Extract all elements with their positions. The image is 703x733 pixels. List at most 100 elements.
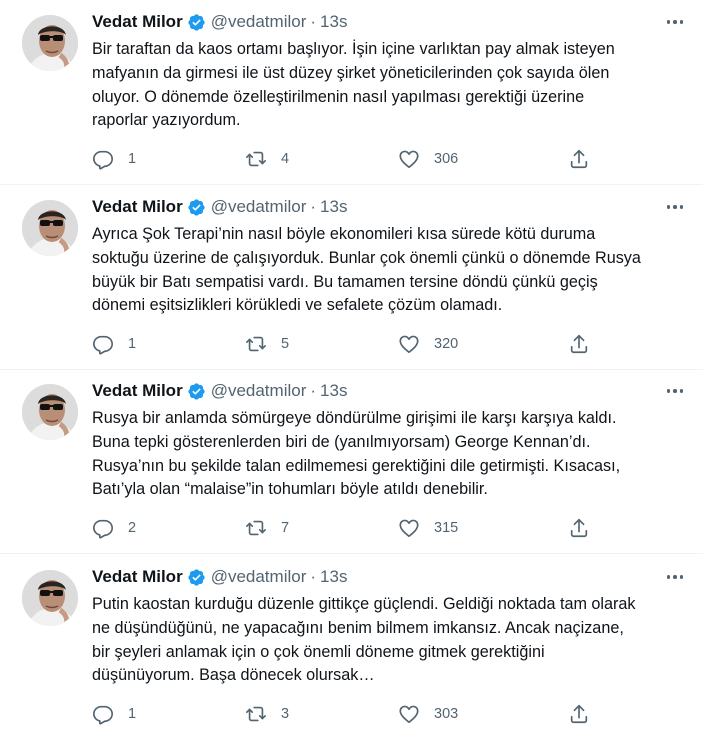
reply-count: 2 <box>128 520 137 536</box>
tweet-text-line: Ayrıca Şok Terapi’nin nasıl böyle ekonom… <box>92 225 596 243</box>
like-button[interactable]: 320 <box>398 333 458 355</box>
tweet-text-line: Bir taraftan da kaos ortamı başlıyor. İş… <box>92 40 615 58</box>
tweet-text-line: büyük bir Batı sempatisi vardı. Bu tamam… <box>92 272 598 291</box>
display-name[interactable]: Vedat Milor <box>92 197 183 217</box>
share-button[interactable] <box>568 148 590 170</box>
reply-count: 1 <box>128 336 137 352</box>
tweet[interactable]: Vedat Milor @vedatmilor · 13s Putin kaos… <box>0 555 703 733</box>
tweet-text-line: düşünüyorum. Başa dönecek olursak… <box>92 666 375 685</box>
separator-dot: · <box>310 12 317 31</box>
heart-icon <box>398 517 420 539</box>
retweet-count: 5 <box>281 336 290 352</box>
tweet-header: Vedat Milor @vedatmilor · 13s <box>92 11 347 33</box>
tweet-header: Vedat Milor @vedatmilor · 13s <box>92 566 347 588</box>
tweet-header: Vedat Milor @vedatmilor · 13s <box>92 380 347 402</box>
reply-button[interactable]: 1 <box>92 333 136 355</box>
heart-icon <box>398 148 420 170</box>
tweet-text-line: dönemi eşitsizlikleri körükledi ve sefal… <box>92 296 503 315</box>
user-handle[interactable]: @vedatmilor <box>211 12 307 32</box>
reply-icon <box>92 148 114 170</box>
reply-icon <box>92 333 114 355</box>
separator-dot: · <box>310 197 317 216</box>
user-handle[interactable]: @vedatmilor <box>211 567 307 587</box>
tweet-actions: 1 3 303 <box>92 703 612 725</box>
share-icon <box>568 703 590 725</box>
retweet-icon <box>245 517 267 539</box>
retweet-count: 4 <box>281 151 290 167</box>
like-count: 303 <box>434 706 459 722</box>
like-count: 306 <box>434 151 459 167</box>
share-icon <box>568 148 590 170</box>
tweet-text: Rusya bir anlamda sömürgeye döndürülme g… <box>92 407 692 502</box>
reply-icon <box>92 703 114 725</box>
avatar[interactable] <box>22 570 78 626</box>
more-options-icon[interactable] <box>663 567 687 587</box>
tweet-text-line: raporlar yazıyordum. <box>92 111 241 130</box>
retweet-icon <box>245 148 267 170</box>
tweet-header: Vedat Milor @vedatmilor · 13s <box>92 196 347 218</box>
tweet-text: Bir taraftan da kaos ortamı başlıyor. İş… <box>92 38 692 133</box>
reply-button[interactable]: 1 <box>92 148 136 170</box>
verified-badge-icon <box>187 568 206 587</box>
retweet-count: 7 <box>281 520 290 536</box>
separator-dot: · <box>310 381 317 400</box>
tweet-text-line: Batı’yla olan “malaise”in tohumları böyl… <box>92 480 488 499</box>
share-icon <box>568 517 590 539</box>
tweet-text-line: soktuğu üzerine de çalışıyorduk. Bunlar … <box>92 248 641 267</box>
display-name[interactable]: Vedat Milor <box>92 381 183 401</box>
tweet-text-line: Rusya bir anlamda sömürgeye döndürülme g… <box>92 409 617 427</box>
tweet-text-line: oluyor. O dönemde özelleştirilmenin nası… <box>92 87 585 106</box>
like-button[interactable]: 315 <box>398 517 458 539</box>
more-options-icon[interactable] <box>663 381 687 401</box>
separator-dot: · <box>310 567 317 586</box>
share-button[interactable] <box>568 333 590 355</box>
display-name[interactable]: Vedat Milor <box>92 12 183 32</box>
retweet-button[interactable]: 7 <box>245 517 289 539</box>
reply-count: 1 <box>128 706 137 722</box>
tweet-text-line: Buna tepki gösterenlerden biri de (yanıl… <box>92 432 591 451</box>
timestamp[interactable]: 13s <box>320 381 347 401</box>
reply-icon <box>92 517 114 539</box>
timestamp[interactable]: 13s <box>320 567 347 587</box>
reply-button[interactable]: 1 <box>92 703 136 725</box>
retweet-icon <box>245 703 267 725</box>
tweet-actions: 1 4 306 <box>92 148 612 170</box>
tweet[interactable]: Vedat Milor @vedatmilor · 13s Rusya bir … <box>0 369 703 554</box>
like-button[interactable]: 303 <box>398 703 458 725</box>
user-handle[interactable]: @vedatmilor <box>211 381 307 401</box>
timestamp[interactable]: 13s <box>320 197 347 217</box>
tweet-text: Ayrıca Şok Terapi’nin nasıl böyle ekonom… <box>92 223 692 318</box>
tweet-text-line: Rusya’nın bu şekilde talan edilmemesi ge… <box>92 456 621 475</box>
like-count: 320 <box>434 336 459 352</box>
verified-badge-icon <box>187 382 206 401</box>
tweet-text-line: mafyanın da girmesi ile üst düzey şirket… <box>92 63 610 82</box>
share-button[interactable] <box>568 703 590 725</box>
more-options-icon[interactable] <box>663 197 687 217</box>
heart-icon <box>398 333 420 355</box>
reply-count: 1 <box>128 151 137 167</box>
tweet[interactable]: Vedat Milor @vedatmilor · 13s Ayrıca Şok… <box>0 185 703 370</box>
like-button[interactable]: 306 <box>398 148 458 170</box>
retweet-icon <box>245 333 267 355</box>
tweet-text-line: ne düşündüğünü, ne yapacağını benim bilm… <box>92 618 624 637</box>
timestamp[interactable]: 13s <box>320 12 347 32</box>
tweet-text: Putin kaostan kurduğu düzenle gittikçe g… <box>92 593 692 688</box>
user-handle[interactable]: @vedatmilor <box>211 197 307 217</box>
display-name[interactable]: Vedat Milor <box>92 567 183 587</box>
avatar[interactable] <box>22 384 78 440</box>
retweet-button[interactable]: 3 <box>245 703 289 725</box>
retweet-button[interactable]: 5 <box>245 333 289 355</box>
more-options-icon[interactable] <box>663 12 687 32</box>
reply-button[interactable]: 2 <box>92 517 136 539</box>
heart-icon <box>398 703 420 725</box>
retweet-count: 3 <box>281 706 290 722</box>
share-button[interactable] <box>568 517 590 539</box>
share-icon <box>568 333 590 355</box>
retweet-button[interactable]: 4 <box>245 148 289 170</box>
tweet-text-line: Putin kaostan kurduğu düzenle gittikçe g… <box>92 595 636 613</box>
avatar[interactable] <box>22 15 78 71</box>
tweet[interactable]: Vedat Milor @vedatmilor · 13s Bir taraft… <box>0 0 703 185</box>
avatar[interactable] <box>22 200 78 256</box>
tweet-text-line: bir şeyleri anlamak için o çok önemli dö… <box>92 642 545 661</box>
tweet-actions: 1 5 320 <box>92 333 612 355</box>
